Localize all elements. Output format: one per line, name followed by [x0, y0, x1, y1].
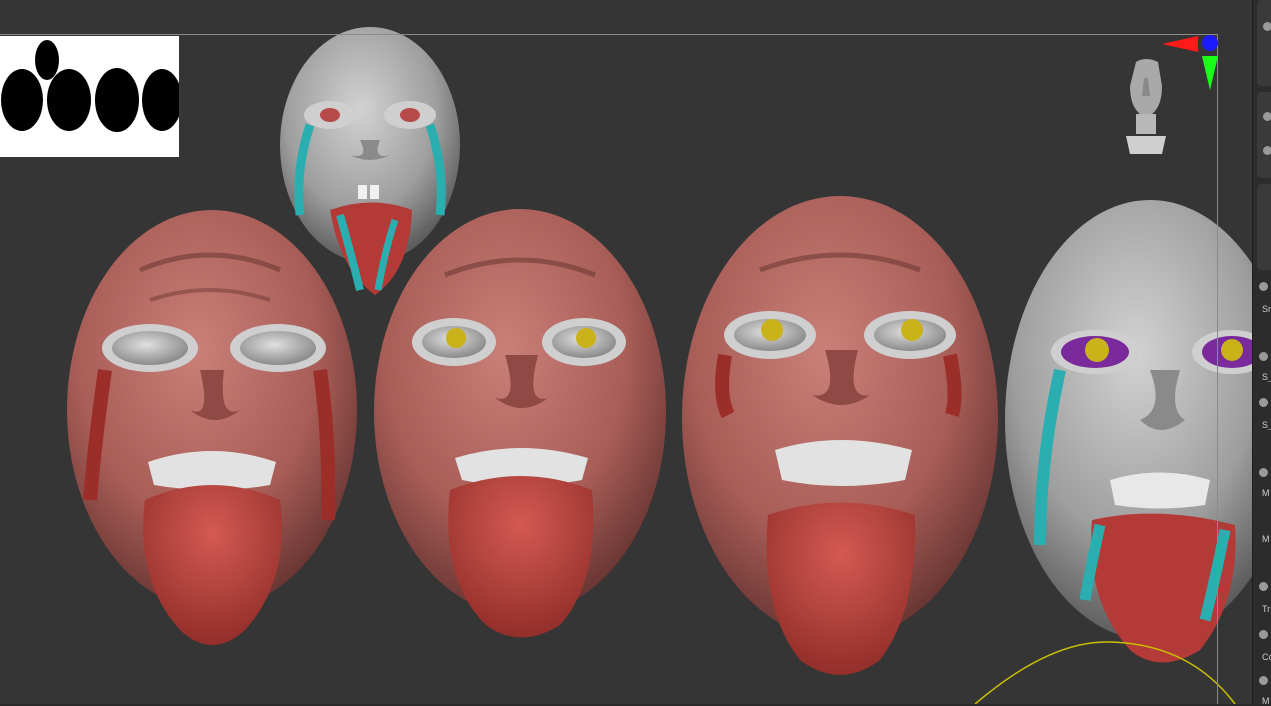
- panel-label-2[interactable]: S_: [1262, 372, 1271, 382]
- 3d-viewport[interactable]: [0, 0, 1252, 704]
- brush-dot-icon[interactable]: [1259, 398, 1268, 407]
- head-model-4[interactable]: [682, 196, 998, 675]
- brush-dot-icon[interactable]: [1259, 630, 1268, 639]
- brush-dot-icon[interactable]: [1259, 582, 1268, 591]
- panel-section-top[interactable]: [1257, 0, 1271, 86]
- panel-label-4[interactable]: M: [1262, 488, 1271, 498]
- head-model-5[interactable]: [1005, 200, 1252, 663]
- head-navigator-icon[interactable]: [1118, 56, 1174, 156]
- brush-dot-icon[interactable]: [1259, 676, 1268, 685]
- head-model-3[interactable]: [374, 209, 666, 638]
- silhouette-thumbnail[interactable]: [0, 36, 182, 157]
- head-model-1[interactable]: [67, 210, 357, 645]
- brush-dot-icon[interactable]: [1259, 282, 1268, 291]
- panel-label-1[interactable]: Sn: [1262, 304, 1271, 314]
- material-dot-icon[interactable]: [1263, 22, 1271, 31]
- panel-label-8[interactable]: M: [1262, 696, 1271, 706]
- sculpt-scene[interactable]: [0, 0, 1252, 704]
- material-dot-icon[interactable]: [1263, 146, 1271, 155]
- panel-label-3[interactable]: S_: [1262, 420, 1271, 430]
- right-tool-panel: Sn S_ S_ M M Tr Cc M: [1252, 0, 1271, 706]
- panel-section-2[interactable]: [1257, 92, 1271, 178]
- material-dot-icon[interactable]: [1263, 112, 1271, 121]
- panel-label-6[interactable]: Tr: [1262, 604, 1271, 614]
- brush-dot-icon[interactable]: [1259, 352, 1268, 361]
- panel-section-3[interactable]: [1257, 184, 1271, 270]
- panel-label-7[interactable]: Cc: [1262, 652, 1271, 662]
- brush-dot-icon[interactable]: [1259, 468, 1268, 477]
- panel-label-5[interactable]: M: [1262, 534, 1271, 544]
